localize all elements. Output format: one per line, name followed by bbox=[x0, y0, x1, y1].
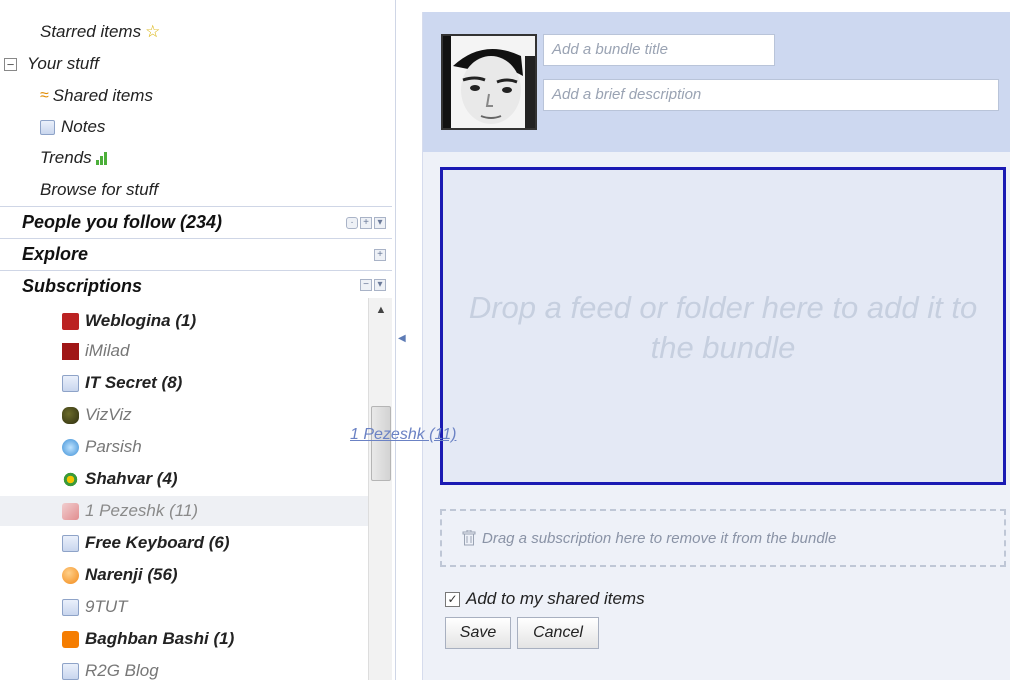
feed-icon bbox=[62, 598, 79, 616]
subscription-label: Shahvar (4) bbox=[85, 469, 178, 488]
subscription-label: Free Keyboard (6) bbox=[85, 533, 230, 552]
bundle-drop-zone[interactable]: Drop a feed or folder here to add it to … bbox=[440, 167, 1006, 485]
subscription-label: iMilad bbox=[85, 341, 130, 360]
subscription-label: 1 Pezeshk (11) bbox=[85, 501, 199, 520]
flag-icon bbox=[62, 312, 79, 330]
feed-icon bbox=[62, 374, 79, 392]
trends-label: Trends bbox=[40, 148, 92, 167]
subscription-item[interactable]: VizViz bbox=[62, 400, 132, 430]
bundle-title-input[interactable]: Add a bundle title bbox=[543, 34, 775, 66]
browse-link[interactable]: Browse for stuff bbox=[40, 180, 158, 200]
people-section-header[interactable]: People you follow (234) · + ▾ bbox=[0, 206, 392, 238]
starred-items-label: Starred items bbox=[40, 22, 142, 41]
feed-icon bbox=[62, 534, 79, 552]
bundle-header: Add a bundle title Add a brief descripti… bbox=[423, 12, 1010, 152]
people-label: People you follow (234) bbox=[22, 212, 223, 232]
shared-checkbox-label[interactable]: Add to my shared items bbox=[466, 589, 645, 609]
subscription-label: Parsish bbox=[85, 437, 142, 456]
bar-chart-icon bbox=[95, 151, 107, 165]
your-stuff-toggle[interactable]: − Your stuff bbox=[4, 54, 99, 74]
bird-icon bbox=[62, 406, 79, 424]
subscription-label: Narenji (56) bbox=[85, 565, 178, 584]
notes-link[interactable]: Notes bbox=[40, 117, 105, 137]
shared-items-link[interactable]: ≈ Shared items bbox=[40, 86, 153, 106]
remove-zone-text: Drag a subscription here to remove it fr… bbox=[482, 529, 837, 547]
feed-icon bbox=[62, 662, 79, 680]
shared-items-label: Shared items bbox=[52, 86, 153, 105]
profile-photo bbox=[443, 36, 535, 128]
subscription-item[interactable]: Parsish bbox=[62, 432, 142, 462]
subscription-label: Baghban Bashi (1) bbox=[85, 629, 235, 648]
notes-label: Notes bbox=[61, 117, 106, 136]
subscription-item[interactable]: iMilad bbox=[62, 336, 129, 366]
ribbon-icon bbox=[62, 502, 79, 520]
remove-drop-zone[interactable]: Drag a subscription here to remove it fr… bbox=[440, 509, 1006, 567]
subscriptions-label: Subscriptions bbox=[22, 276, 143, 296]
globe-icon bbox=[62, 438, 79, 456]
shared-checkbox[interactable]: ✓ bbox=[445, 591, 460, 607]
subscription-item[interactable]: IT Secret (8) bbox=[62, 368, 182, 398]
shared-items-icon: ≈ bbox=[40, 87, 49, 104]
subscription-item[interactable]: Shahvar (4) bbox=[62, 464, 178, 494]
flower-icon bbox=[62, 470, 79, 488]
cancel-button[interactable]: Cancel bbox=[517, 617, 599, 649]
explore-label: Explore bbox=[22, 244, 89, 264]
site-icon bbox=[62, 342, 79, 360]
subscription-list: Weblogina (1) iMilad IT Secret (8) VizViz Pa… bbox=[0, 298, 370, 680]
dropdown-icon[interactable]: ▾ bbox=[374, 217, 386, 229]
subscription-scrollbar[interactable]: ▲ bbox=[368, 298, 392, 680]
orange-icon bbox=[62, 566, 79, 584]
subscription-item[interactable]: Narenji (56) bbox=[62, 560, 178, 590]
scroll-up-icon[interactable]: ▲ bbox=[369, 304, 393, 316]
subscription-item[interactable]: 9TUT bbox=[62, 592, 128, 622]
your-stuff-label: Your stuff bbox=[27, 54, 99, 73]
add-icon[interactable]: + bbox=[360, 217, 372, 229]
collapse-icon: − bbox=[4, 57, 17, 71]
explore-section-header[interactable]: Explore + bbox=[0, 238, 392, 270]
subscription-item[interactable]: Free Keyboard (6) bbox=[62, 528, 230, 558]
subscription-label: 9TUT bbox=[85, 597, 128, 616]
shared-option: ✓ Add to my shared items bbox=[445, 589, 645, 609]
subscription-item[interactable]: Baghban Bashi (1) bbox=[62, 624, 234, 654]
browse-label: Browse for stuff bbox=[40, 180, 159, 199]
bundle-description-input[interactable]: Add a brief description bbox=[543, 79, 999, 111]
star-icon: ☆ bbox=[145, 22, 161, 41]
navigation-panel: Starred items ☆ − Your stuff ≈ Shared it… bbox=[0, 0, 395, 680]
bundle-editor: Add a bundle title Add a brief descripti… bbox=[422, 12, 1010, 680]
expand-icon[interactable]: + bbox=[374, 249, 386, 261]
subscription-label: Weblogina (1) bbox=[85, 311, 197, 330]
notes-icon bbox=[40, 119, 55, 135]
collapse-icon[interactable]: − bbox=[360, 279, 372, 291]
comment-icon[interactable]: · bbox=[346, 217, 358, 229]
subscription-label: IT Secret (8) bbox=[85, 373, 183, 392]
avatar[interactable] bbox=[441, 34, 537, 130]
subscription-item[interactable]: 1 Pezeshk (11) bbox=[0, 496, 370, 526]
blogger-icon bbox=[62, 630, 79, 648]
subscription-item[interactable]: R2G Blog bbox=[62, 656, 159, 680]
save-button[interactable]: Save bbox=[445, 617, 511, 649]
starred-items-link[interactable]: Starred items ☆ bbox=[40, 22, 160, 42]
dragged-subscription: 1 Pezeshk (11) bbox=[350, 426, 457, 443]
subscription-label: R2G Blog bbox=[85, 661, 159, 680]
trends-link[interactable]: Trends bbox=[40, 148, 107, 168]
dropdown-icon[interactable]: ▾ bbox=[374, 279, 386, 291]
subscription-label: VizViz bbox=[85, 405, 132, 424]
drop-zone-text: Drop a feed or folder here to add it to … bbox=[468, 290, 978, 365]
subscription-item[interactable]: Weblogina (1) bbox=[62, 306, 196, 336]
collapse-nav-icon[interactable]: ◀ bbox=[398, 333, 406, 344]
trash-icon bbox=[462, 530, 476, 546]
